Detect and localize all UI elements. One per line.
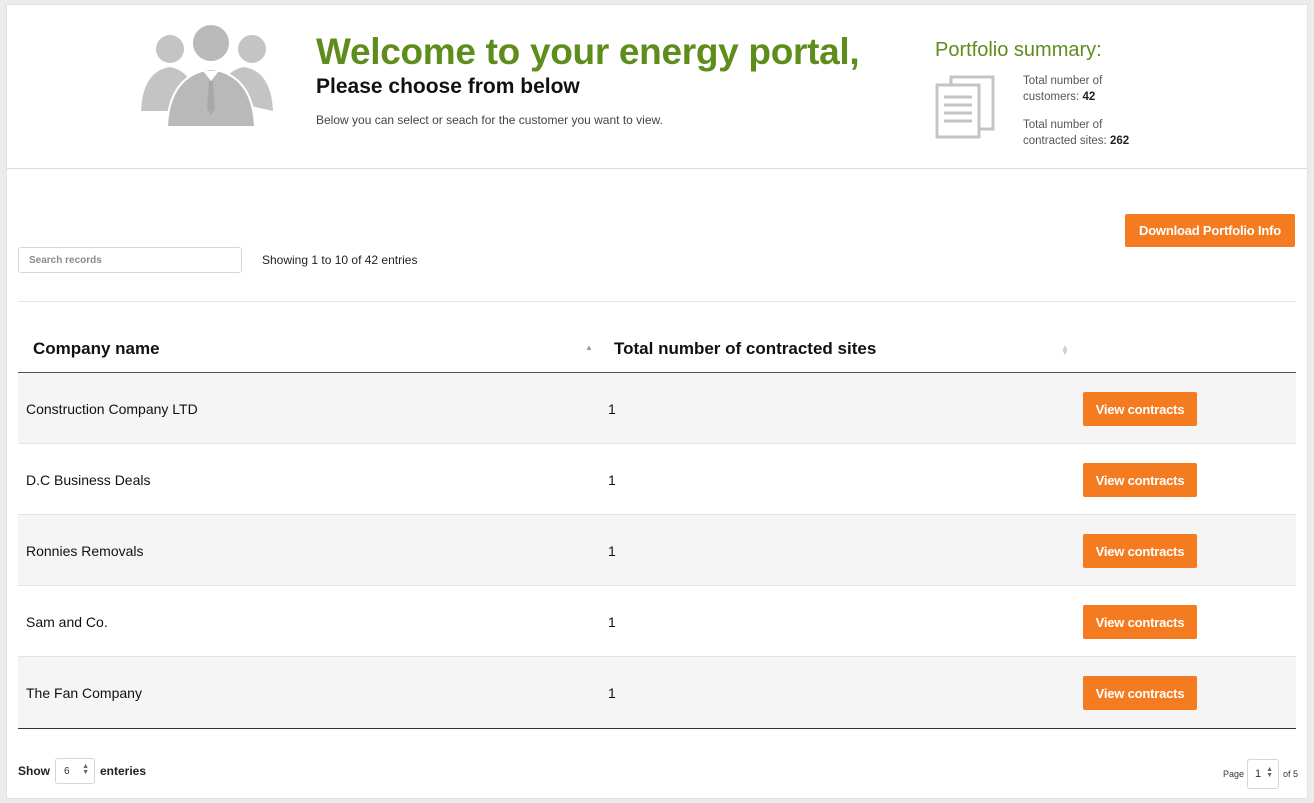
search-input[interactable] — [18, 247, 242, 273]
divider — [18, 301, 1296, 302]
intro-text: Below you can select or seach for the cu… — [316, 113, 663, 127]
showing-entries-text: Showing 1 to 10 of 42 entries — [262, 253, 418, 267]
company-name-cell: Ronnies Removals — [26, 543, 144, 559]
entries-per-page-select[interactable]: 6 ▲ ▼ — [55, 758, 95, 784]
stat-sites-value: 262 — [1109, 135, 1130, 147]
table-row: Construction Company LTD 1 View contract… — [18, 373, 1296, 444]
column-header-company[interactable]: Company name — [33, 339, 160, 359]
page-select[interactable]: 1 ▲ ▼ — [1247, 759, 1279, 789]
enteries-label: enteries — [100, 764, 147, 778]
column-header-sites[interactable]: Total number of contracted sites — [614, 339, 876, 359]
table-row: Ronnies Removals 1 View contracts — [18, 515, 1296, 586]
welcome-title: Welcome to your energy portal, — [316, 31, 860, 72]
show-label: Show — [18, 764, 50, 778]
company-name-cell: The Fan Company — [26, 685, 142, 701]
documents-icon — [935, 75, 995, 139]
view-contracts-button[interactable]: View contracts — [1083, 605, 1197, 639]
page-value: 1 — [1255, 768, 1262, 780]
view-contracts-button[interactable]: View contracts — [1083, 676, 1197, 710]
view-contracts-button[interactable]: View contracts — [1083, 463, 1197, 497]
welcome-subtitle: Please choose from below — [316, 75, 580, 98]
sites-count-cell: 1 — [608, 543, 616, 559]
stat-sites: Total number of contracted sites: 262 — [1023, 117, 1153, 149]
stat-customers: Total number of customers: 42 — [1023, 73, 1153, 105]
sites-count-cell: 1 — [608, 614, 616, 630]
portfolio-summary-title: Portfolio summary: — [935, 39, 1102, 61]
download-portfolio-button[interactable]: Download Portfolio Info — [1125, 214, 1295, 247]
entries-per-page-value: 6 — [64, 766, 70, 777]
company-name-cell: D.C Business Deals — [26, 472, 151, 488]
view-contracts-button[interactable]: View contracts — [1083, 534, 1197, 568]
company-name-cell: Sam and Co. — [26, 614, 108, 630]
table-row: The Fan Company 1 View contracts — [18, 657, 1296, 729]
sort-ascending-icon[interactable]: ▲ — [585, 343, 593, 352]
select-arrows-icon: ▲ ▼ — [1266, 766, 1273, 779]
table-row: Sam and Co. 1 View contracts — [18, 586, 1296, 657]
people-group-icon — [141, 23, 273, 128]
company-name-cell: Construction Company LTD — [26, 401, 198, 417]
table-row: D.C Business Deals 1 View contracts — [18, 444, 1296, 515]
view-contracts-button[interactable]: View contracts — [1083, 392, 1197, 426]
table-body: Construction Company LTD 1 View contract… — [18, 373, 1296, 729]
stat-customers-value: 42 — [1082, 91, 1096, 103]
select-arrows-icon: ▲ ▼ — [82, 763, 89, 776]
page-total: of 5 — [1283, 769, 1299, 779]
page-label: Page — [1223, 769, 1245, 779]
sites-count-cell: 1 — [608, 685, 616, 701]
sort-both-icon[interactable]: ▲ ▼ — [1061, 344, 1069, 357]
sites-count-cell: 1 — [608, 401, 616, 417]
sites-count-cell: 1 — [608, 472, 616, 488]
stat-sites-label: Total number of contracted sites: — [1023, 119, 1107, 147]
portal-frame: Welcome to your energy portal, Please ch… — [6, 4, 1308, 799]
header: Welcome to your energy portal, Please ch… — [7, 5, 1307, 169]
